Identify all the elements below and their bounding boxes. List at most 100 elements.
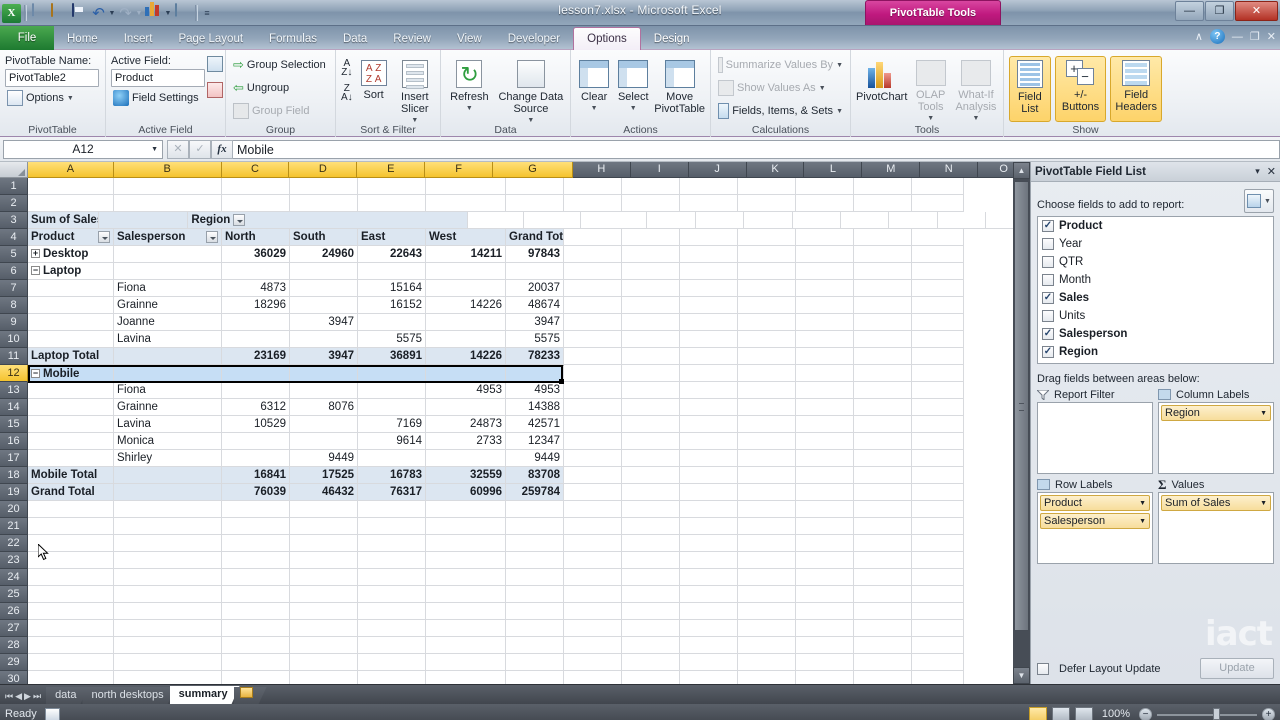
cell-D23[interactable] bbox=[290, 552, 358, 569]
cell-F3[interactable] bbox=[580, 212, 648, 229]
name-box[interactable]: A12 ▼ bbox=[3, 139, 163, 159]
cell-D2[interactable] bbox=[290, 195, 358, 212]
cell-A23[interactable] bbox=[28, 552, 114, 569]
cell-H5[interactable] bbox=[564, 246, 622, 263]
cell-E23[interactable] bbox=[358, 552, 426, 569]
prev-sheet-icon[interactable]: ◀ bbox=[15, 691, 22, 702]
cell-I3[interactable] bbox=[744, 212, 793, 229]
first-sheet-icon[interactable]: ⏮ bbox=[5, 691, 13, 702]
cell-C26[interactable] bbox=[222, 603, 290, 620]
cell-E5[interactable]: 22643 bbox=[358, 246, 426, 263]
cell-E24[interactable] bbox=[358, 569, 426, 586]
cell-J1[interactable] bbox=[680, 178, 738, 195]
cell-C19[interactable]: 76039 bbox=[222, 484, 290, 501]
cell-K21[interactable] bbox=[738, 518, 796, 535]
cell-F29[interactable] bbox=[426, 654, 506, 671]
cell-H6[interactable] bbox=[564, 263, 622, 280]
cell-K17[interactable] bbox=[738, 450, 796, 467]
chip-region[interactable]: Region ▼ bbox=[1161, 405, 1271, 421]
cell-J5[interactable] bbox=[680, 246, 738, 263]
cell-A6[interactable]: − Laptop bbox=[28, 263, 114, 280]
cell-J30[interactable] bbox=[680, 671, 738, 684]
cell-D15[interactable] bbox=[290, 416, 358, 433]
cell-N26[interactable] bbox=[912, 603, 964, 620]
cell-G13[interactable]: 4953 bbox=[506, 382, 564, 399]
cell-E1[interactable] bbox=[358, 178, 426, 195]
cell-E16[interactable]: 9614 bbox=[358, 433, 426, 450]
column-header-C[interactable]: C bbox=[221, 162, 290, 178]
cell-H19[interactable] bbox=[564, 484, 622, 501]
cell-N17[interactable] bbox=[912, 450, 964, 467]
cell-L2[interactable] bbox=[796, 195, 854, 212]
cell-B26[interactable] bbox=[114, 603, 222, 620]
last-sheet-icon[interactable]: ⏭ bbox=[33, 691, 41, 702]
cell-J25[interactable] bbox=[680, 586, 738, 603]
chip-product[interactable]: Product ▼ bbox=[1040, 495, 1150, 511]
cell-J17[interactable] bbox=[680, 450, 738, 467]
checkbox-sales[interactable]: ✓ bbox=[1042, 292, 1054, 304]
cell-D30[interactable] bbox=[290, 671, 358, 684]
cell-M25[interactable] bbox=[854, 586, 912, 603]
cell-N27[interactable] bbox=[912, 620, 964, 637]
cell-L4[interactable] bbox=[796, 229, 854, 246]
cell-I7[interactable] bbox=[622, 280, 680, 297]
cell-L7[interactable] bbox=[796, 280, 854, 297]
cell-M24[interactable] bbox=[854, 569, 912, 586]
cell-F17[interactable] bbox=[426, 450, 506, 467]
cell-F11[interactable]: 14226 bbox=[426, 348, 506, 365]
cell-N15[interactable] bbox=[912, 416, 964, 433]
cell-E25[interactable] bbox=[358, 586, 426, 603]
cell-E2[interactable] bbox=[358, 195, 426, 212]
cell-H27[interactable] bbox=[564, 620, 622, 637]
chevron-down-icon[interactable]: ▼ bbox=[466, 103, 473, 115]
cell-E20[interactable] bbox=[358, 501, 426, 518]
cell-K6[interactable] bbox=[738, 263, 796, 280]
column-header-N[interactable]: N bbox=[920, 162, 979, 178]
cell-B22[interactable] bbox=[114, 535, 222, 552]
cell-C15[interactable]: 10529 bbox=[222, 416, 290, 433]
cell-G11[interactable]: 78233 bbox=[506, 348, 564, 365]
cell-G25[interactable] bbox=[506, 586, 564, 603]
cell-N2[interactable] bbox=[912, 195, 964, 212]
cell-G1[interactable] bbox=[506, 178, 564, 195]
cell-C13[interactable] bbox=[222, 382, 290, 399]
cell-E21[interactable] bbox=[358, 518, 426, 535]
column-header-M[interactable]: M bbox=[862, 162, 921, 178]
field-list-item-qtr[interactable]: QTR bbox=[1038, 253, 1273, 271]
cell-N21[interactable] bbox=[912, 518, 964, 535]
cell-E10[interactable]: 5575 bbox=[358, 331, 426, 348]
cell-L13[interactable] bbox=[796, 382, 854, 399]
row-header-16[interactable]: 16 bbox=[0, 433, 28, 450]
cell-D16[interactable] bbox=[290, 433, 358, 450]
cell-A7[interactable] bbox=[28, 280, 114, 297]
cell-K30[interactable] bbox=[738, 671, 796, 684]
checkbox-month[interactable] bbox=[1042, 274, 1054, 286]
cell-L25[interactable] bbox=[796, 586, 854, 603]
row-header-2[interactable]: 2 bbox=[0, 195, 28, 212]
ribbon-right-controls[interactable]: ∧ ? — ❐ ✕ bbox=[1195, 29, 1276, 44]
zoom-slider-knob[interactable] bbox=[1213, 707, 1220, 720]
cell-D25[interactable] bbox=[290, 586, 358, 603]
cell-H21[interactable] bbox=[564, 518, 622, 535]
cell-H30[interactable] bbox=[564, 671, 622, 684]
cell-L30[interactable] bbox=[796, 671, 854, 684]
cell-L3[interactable] bbox=[889, 212, 938, 229]
cell-G15[interactable]: 42571 bbox=[506, 416, 564, 433]
cell-C18[interactable]: 16841 bbox=[222, 467, 290, 484]
chevron-down-icon[interactable]: ▼ bbox=[819, 85, 826, 92]
row-header-15[interactable]: 15 bbox=[0, 416, 28, 433]
cell-C6[interactable] bbox=[222, 263, 290, 280]
cell-M6[interactable] bbox=[854, 263, 912, 280]
cell-N14[interactable] bbox=[912, 399, 964, 416]
row-header-12[interactable]: 12 bbox=[0, 365, 28, 382]
row-header-20[interactable]: 20 bbox=[0, 501, 28, 518]
sort-button[interactable]: A ZZ A Sort bbox=[358, 57, 390, 101]
cell-G16[interactable]: 12347 bbox=[506, 433, 564, 450]
cell-D14[interactable]: 8076 bbox=[290, 399, 358, 416]
column-header-A[interactable]: A bbox=[27, 162, 114, 178]
cell-K27[interactable] bbox=[738, 620, 796, 637]
cell-I26[interactable] bbox=[622, 603, 680, 620]
cell-C20[interactable] bbox=[222, 501, 290, 518]
cell-H24[interactable] bbox=[564, 569, 622, 586]
chip-salesperson[interactable]: Salesperson ▼ bbox=[1040, 513, 1150, 529]
